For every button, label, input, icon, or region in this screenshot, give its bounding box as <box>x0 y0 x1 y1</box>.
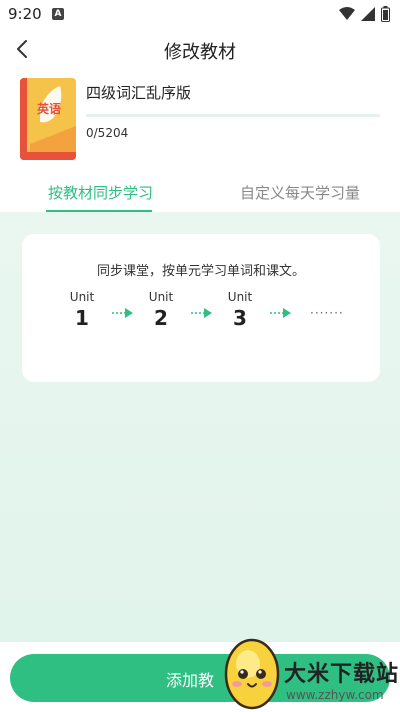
progress-bar <box>86 114 380 117</box>
tab-underline <box>46 210 152 212</box>
add-button-label: 添加教 <box>166 673 215 690</box>
info-card: 同步课堂，按单元学习单词和课文。 Unit 1 Unit 2 Unit 3 ··… <box>22 234 380 382</box>
cover-label: 英语 <box>37 102 62 116</box>
book-cover: 英语 <box>20 78 76 160</box>
battery-icon <box>381 6 390 22</box>
nav-bar: 修改教材 <box>0 28 400 70</box>
book-title: 四级词汇乱序版 <box>86 84 192 102</box>
unit-3: Unit 3 <box>220 290 260 330</box>
info-description: 同步课堂，按单元学习单词和课文。 <box>96 264 305 279</box>
arrow-right-icon <box>112 308 133 318</box>
unit-word: Unit <box>148 290 174 304</box>
signal-icon <box>361 7 375 21</box>
unit-word: Unit <box>227 290 253 304</box>
mascot-icon <box>224 638 280 710</box>
unit-number: 2 <box>154 306 168 330</box>
watermark: 大米下载站 www.zzhyw.com <box>218 628 400 712</box>
status-bar: 9:20 A <box>0 0 400 28</box>
book-card[interactable]: 英语 四级词汇乱序版 0/5204 <box>0 72 400 164</box>
unit-word: Unit <box>69 290 95 304</box>
page-title: 修改教材 <box>164 42 236 63</box>
tab-custom-daily[interactable]: 自定义每天学习量 <box>240 182 360 203</box>
unit-number: 1 <box>75 306 89 330</box>
unit-1: Unit 1 <box>62 290 102 330</box>
watermark-url: www.zzhyw.com <box>286 688 384 702</box>
arrow-right-icon <box>270 308 291 318</box>
status-icons <box>339 6 390 22</box>
progress-text: 0/5204 <box>86 126 129 140</box>
status-time: 9:20 <box>8 5 42 23</box>
arrow-right-icon <box>191 308 212 318</box>
unit-2: Unit 2 <box>141 290 181 330</box>
notification-icon: A <box>52 8 64 20</box>
unit-number: 3 <box>233 306 247 330</box>
tab-bar: 按教材同步学习 自定义每天学习量 <box>0 164 400 212</box>
tab-sync-learning[interactable]: 按教材同步学习 <box>48 182 153 203</box>
watermark-title: 大米下载站 <box>284 662 400 687</box>
wifi-icon <box>339 7 355 20</box>
more-units-ellipsis: ······· <box>310 306 344 320</box>
book-cover-art <box>20 78 76 160</box>
